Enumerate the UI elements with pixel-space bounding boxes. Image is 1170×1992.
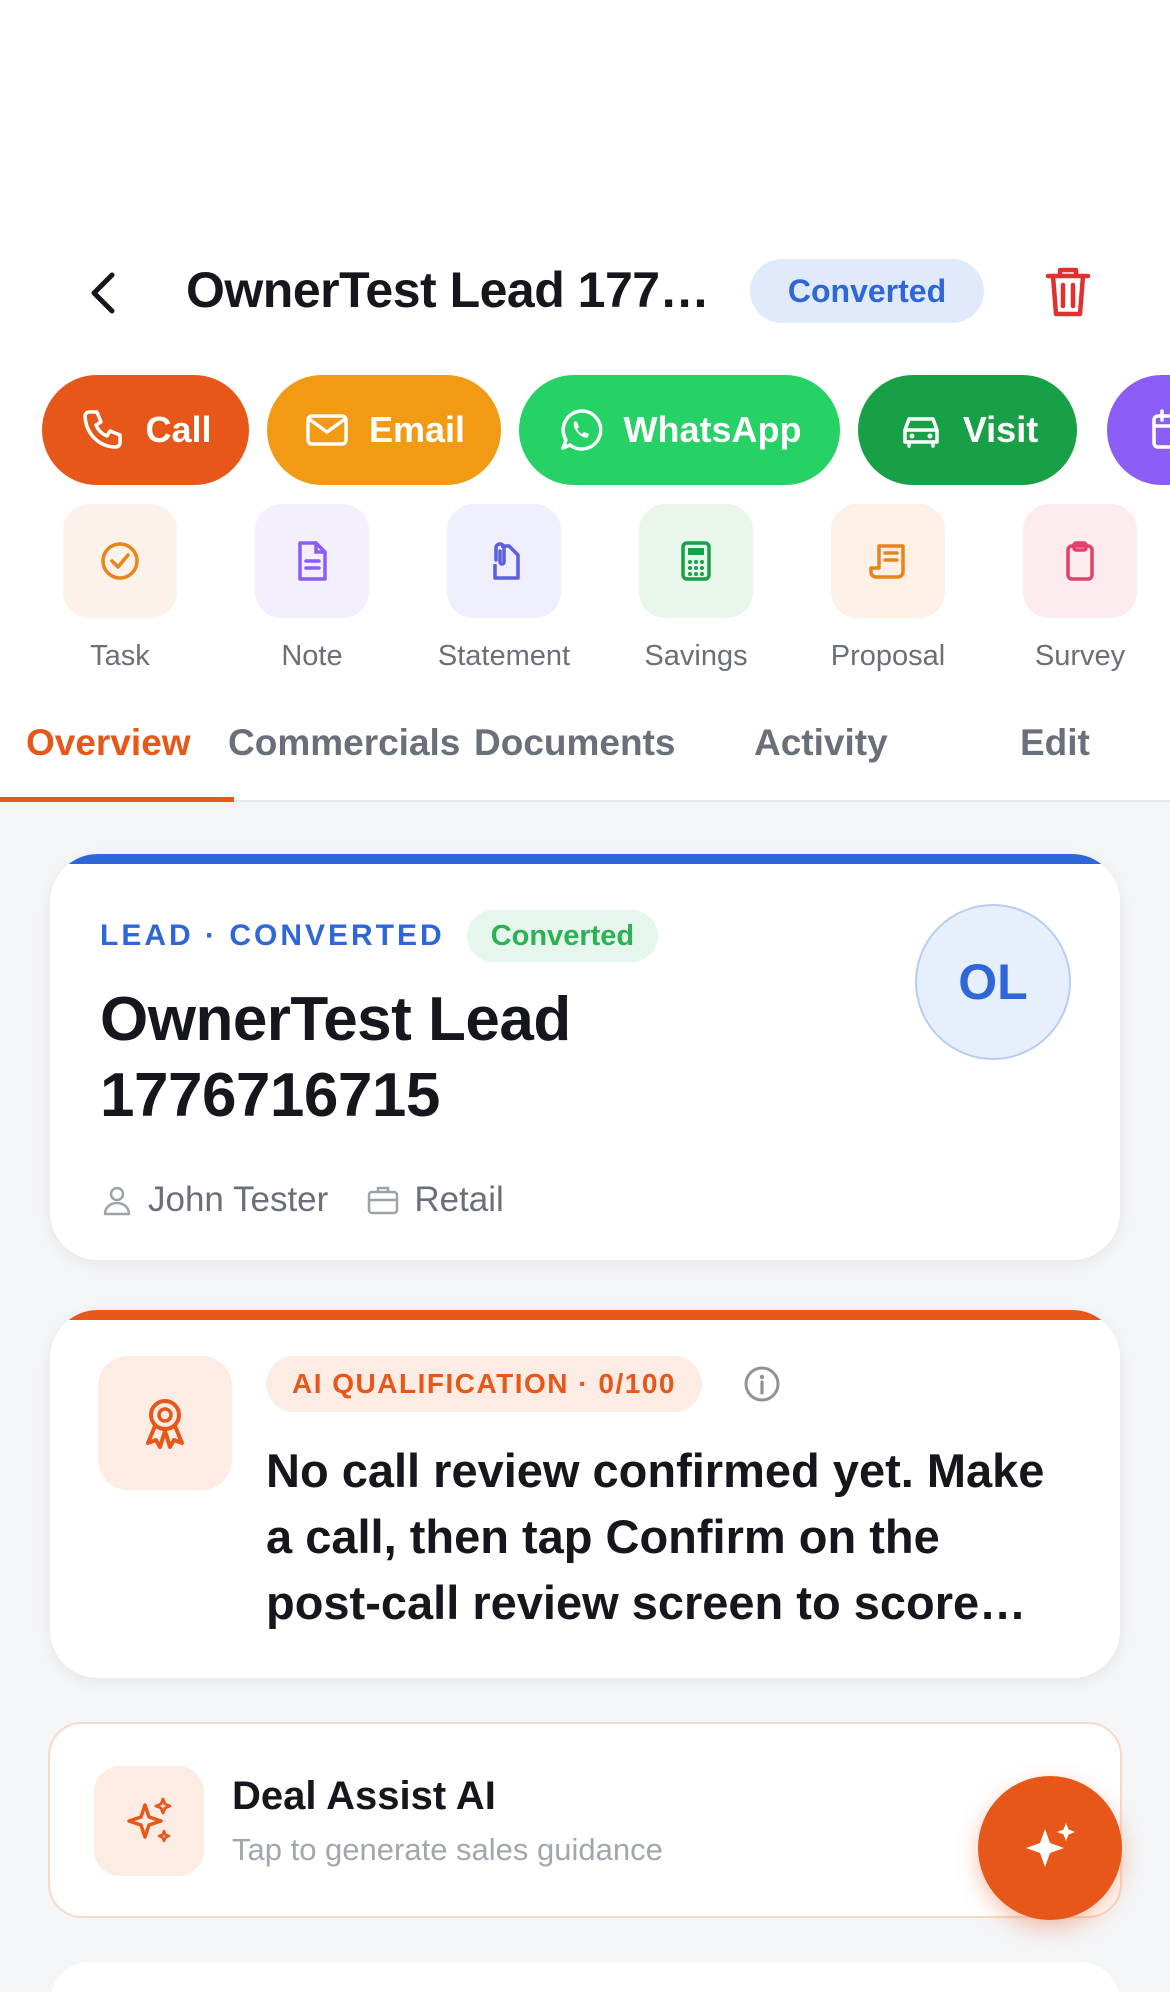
deal-assist-subtitle: Tap to generate sales guidance: [232, 1832, 663, 1867]
whatsapp-label: WhatsApp: [623, 409, 802, 450]
car-icon: [903, 417, 939, 448]
call-button[interactable]: Call: [42, 375, 249, 485]
sparkles-icon: [127, 1797, 172, 1843]
call-label: Call: [145, 409, 212, 450]
check-circle-icon: [101, 542, 139, 580]
document-icon: [298, 541, 327, 581]
deal-assist-card[interactable]: Deal Assist AI Tap to generate sales gui…: [48, 1722, 1122, 1918]
card-accent-bar: [50, 1310, 1120, 1320]
statement-tool[interactable]: Statement: [409, 504, 599, 673]
savings-label: Savings: [644, 640, 748, 672]
card-accent-bar: [50, 854, 1120, 864]
sparkles-icon: [1026, 1823, 1075, 1867]
lead-summary-card: LEAD · CONVERTED Converted OwnerTest Lea…: [50, 854, 1120, 1260]
top-bar: OwnerTest Lead 1776716715 Converted: [0, 240, 1170, 340]
email-button[interactable]: Email: [267, 375, 501, 485]
ai-qualification-text: No call review confirmed yet. Make a cal…: [266, 1444, 1045, 1629]
avatar: OL: [915, 904, 1071, 1060]
quick-tools-row: Task Note Statement Savings Proposal Sur…: [0, 504, 1170, 674]
task-tool[interactable]: Task: [25, 504, 215, 673]
converted-badge: Converted: [466, 910, 659, 962]
visit-button[interactable]: Visit: [858, 375, 1077, 485]
proposal-tool[interactable]: Proposal: [793, 504, 983, 673]
deal-assist-title: Deal Assist AI: [232, 1774, 496, 1818]
note-label: Note: [281, 640, 343, 672]
info-icon[interactable]: [742, 1364, 782, 1404]
lead-kicker: LEAD · CONVERTED: [100, 919, 445, 952]
quick-actions-row: Call Email WhatsApp Visit: [0, 375, 1170, 487]
status-badge: Converted: [750, 259, 984, 323]
savings-tool[interactable]: Savings: [601, 504, 791, 673]
email-label: Email: [368, 409, 466, 450]
survey-tool[interactable]: Survey: [985, 504, 1170, 673]
briefcase-icon: [368, 1186, 399, 1215]
statement-label: Statement: [437, 640, 571, 672]
visit-label: Visit: [962, 409, 1039, 450]
proposal-label: Proposal: [830, 640, 946, 672]
task-label: Task: [90, 640, 150, 672]
user-icon: [103, 1186, 131, 1216]
tab-commercials[interactable]: Commercials: [228, 722, 460, 764]
tab-bar: Overview Commercials Documents Activity …: [0, 700, 1170, 802]
tab-activity[interactable]: Activity: [754, 722, 888, 764]
calendar-icon: [1152, 409, 1170, 449]
lead-name: OwnerTest Lead 1776716715: [100, 985, 571, 1130]
paperclip-icon: [493, 542, 520, 580]
next-card: [50, 1962, 1120, 1992]
scroll-icon: [869, 544, 905, 579]
lead-info-row: John Tester Retail: [100, 1180, 542, 1220]
ai-qualification-card[interactable]: AI QUALIFICATION · 0/100 No call review …: [50, 1310, 1120, 1678]
tab-documents[interactable]: Documents: [474, 722, 675, 764]
award-icon: [146, 1399, 184, 1449]
phone-icon: [83, 410, 123, 449]
clipboard-icon: [1066, 541, 1094, 581]
trash-icon: [1045, 267, 1091, 317]
tab-edit[interactable]: Edit: [1020, 722, 1090, 764]
whatsapp-button[interactable]: WhatsApp: [519, 375, 840, 485]
lead-owner: John Tester: [148, 1180, 329, 1219]
ai-score-pill: AI QUALIFICATION · 0/100: [266, 1356, 702, 1412]
back-button[interactable]: [78, 268, 128, 318]
delete-button[interactable]: [1040, 262, 1096, 322]
survey-label: Survey: [1034, 640, 1126, 672]
chevron-left-icon: [91, 272, 115, 314]
note-tool[interactable]: Note: [217, 504, 407, 673]
schedule-button[interactable]: [1107, 375, 1170, 485]
lead-meta-row: LEAD · CONVERTED Converted: [100, 910, 659, 962]
lead-segment: Retail: [414, 1180, 504, 1219]
calculator-icon: [681, 541, 711, 581]
ai-assistant-fab[interactable]: [978, 1776, 1122, 1920]
whatsapp-icon: [560, 409, 602, 451]
page-title: OwnerTest Lead 1776716715: [186, 262, 726, 318]
mail-icon: [306, 414, 348, 446]
tab-overview[interactable]: Overview: [26, 722, 191, 764]
